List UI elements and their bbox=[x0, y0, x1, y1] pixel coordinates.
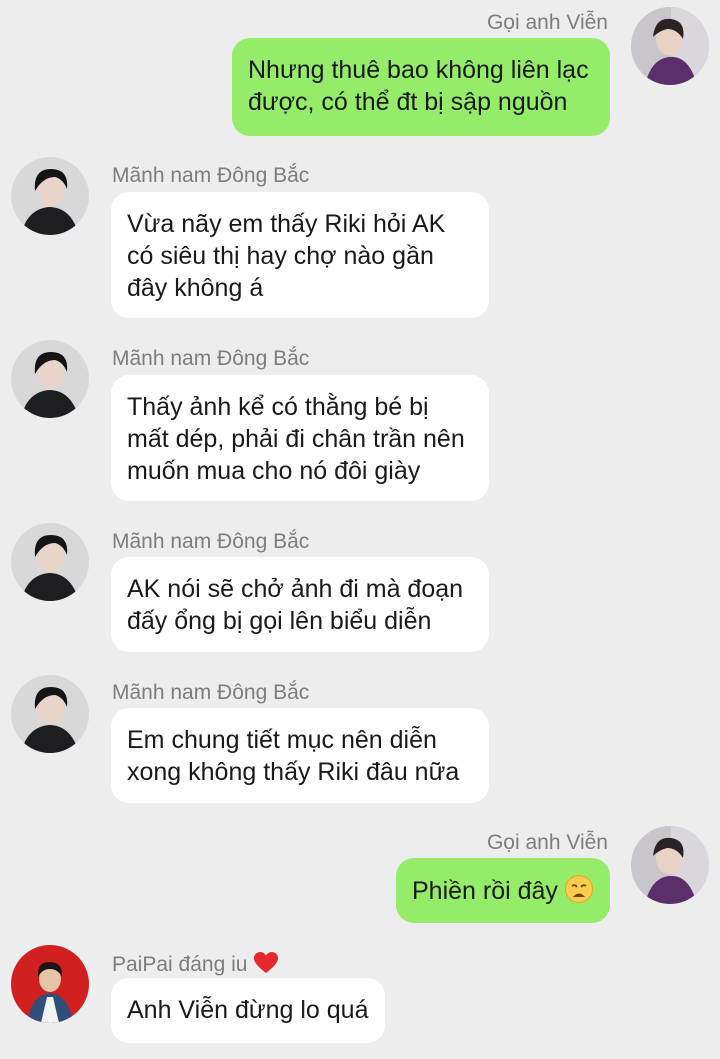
message-bubble[interactable]: Em chung tiết mục nên diễn xong không th… bbox=[111, 708, 489, 803]
message-bubble[interactable]: Nhưng thuê bao không liên lạc được, có t… bbox=[232, 38, 610, 136]
message-bubble[interactable]: Anh Viễn đừng lo quá bbox=[111, 978, 385, 1043]
avatar-goi-anh-vien[interactable] bbox=[631, 7, 709, 85]
sender-name: Mãnh nam Đông Bắc bbox=[112, 681, 310, 704]
message-text-line: Thấy ảnh kể có thằng bé bị bbox=[127, 393, 429, 421]
avatar-paipai-dang-iu[interactable] bbox=[11, 945, 89, 1023]
weary-face-icon bbox=[564, 874, 594, 912]
red-heart-icon bbox=[253, 951, 279, 981]
message-text-line: xong không thấy Riki đâu nữa bbox=[127, 758, 460, 786]
sender-name: PaiPai đáng iu bbox=[112, 951, 279, 981]
message-text-line: Vừa nãy em thấy Riki hỏi AK bbox=[127, 210, 446, 238]
avatar-image bbox=[11, 523, 89, 601]
message-text-line: Nhưng thuê bao không liên lạc bbox=[248, 56, 589, 84]
sender-name: Mãnh nam Đông Bắc bbox=[112, 347, 310, 370]
sender-name: Gọi anh Viễn bbox=[486, 11, 608, 34]
message-text-line: có siêu thị hay chợ nào gần bbox=[127, 242, 434, 270]
avatar-manh-nam-dong-bac[interactable] bbox=[11, 675, 89, 753]
sender-name-text: PaiPai đáng iu bbox=[112, 953, 248, 976]
message-text-line: Em chung tiết mục nên diễn bbox=[127, 726, 437, 754]
message-line: Phiền rồi đây bbox=[412, 874, 594, 912]
sender-name: Mãnh nam Đông Bắc bbox=[112, 164, 310, 187]
message-text-line: AK nói sẽ chở ảnh đi mà đoạn bbox=[127, 575, 464, 603]
message-text-line: muốn mua cho nó đôi giày bbox=[127, 457, 421, 485]
message-text-line: đấy ổng bị gọi lên biểu diễn bbox=[127, 607, 432, 635]
avatar-manh-nam-dong-bac[interactable] bbox=[11, 523, 89, 601]
avatar-manh-nam-dong-bac[interactable] bbox=[11, 157, 89, 235]
message-text-line: được, có thể đt bị sập nguồn bbox=[248, 88, 568, 116]
avatar-manh-nam-dong-bac[interactable] bbox=[11, 340, 89, 418]
avatar-image bbox=[631, 826, 709, 904]
avatar-goi-anh-vien[interactable] bbox=[631, 826, 709, 904]
avatar-image bbox=[11, 340, 89, 418]
message-text-line: đây không á bbox=[127, 274, 264, 302]
avatar-image bbox=[11, 675, 89, 753]
sender-name: Gọi anh Viễn bbox=[486, 831, 608, 854]
message-bubble[interactable]: AK nói sẽ chở ảnh đi mà đoạn đấy ổng bị … bbox=[111, 557, 489, 652]
message-bubble[interactable]: Phiền rồi đây bbox=[396, 858, 610, 923]
sender-name: Mãnh nam Đông Bắc bbox=[112, 530, 310, 553]
chat-thread: Gọi anh Viễn Nhưng thuê bao không liên l… bbox=[0, 0, 720, 1059]
message-bubble[interactable]: Thấy ảnh kể có thằng bé bị mất dép, phải… bbox=[111, 375, 489, 501]
avatar-image bbox=[11, 157, 89, 235]
message-text-line: Phiền rồi đây bbox=[412, 877, 558, 905]
message-bubble[interactable]: Vừa nãy em thấy Riki hỏi AK có siêu thị … bbox=[111, 192, 489, 318]
message-text-line: Anh Viễn đừng lo quá bbox=[127, 996, 369, 1024]
avatar-image bbox=[11, 945, 89, 1023]
message-text-line: mất dép, phải đi chân trần nên bbox=[127, 425, 465, 453]
avatar-image bbox=[631, 7, 709, 85]
